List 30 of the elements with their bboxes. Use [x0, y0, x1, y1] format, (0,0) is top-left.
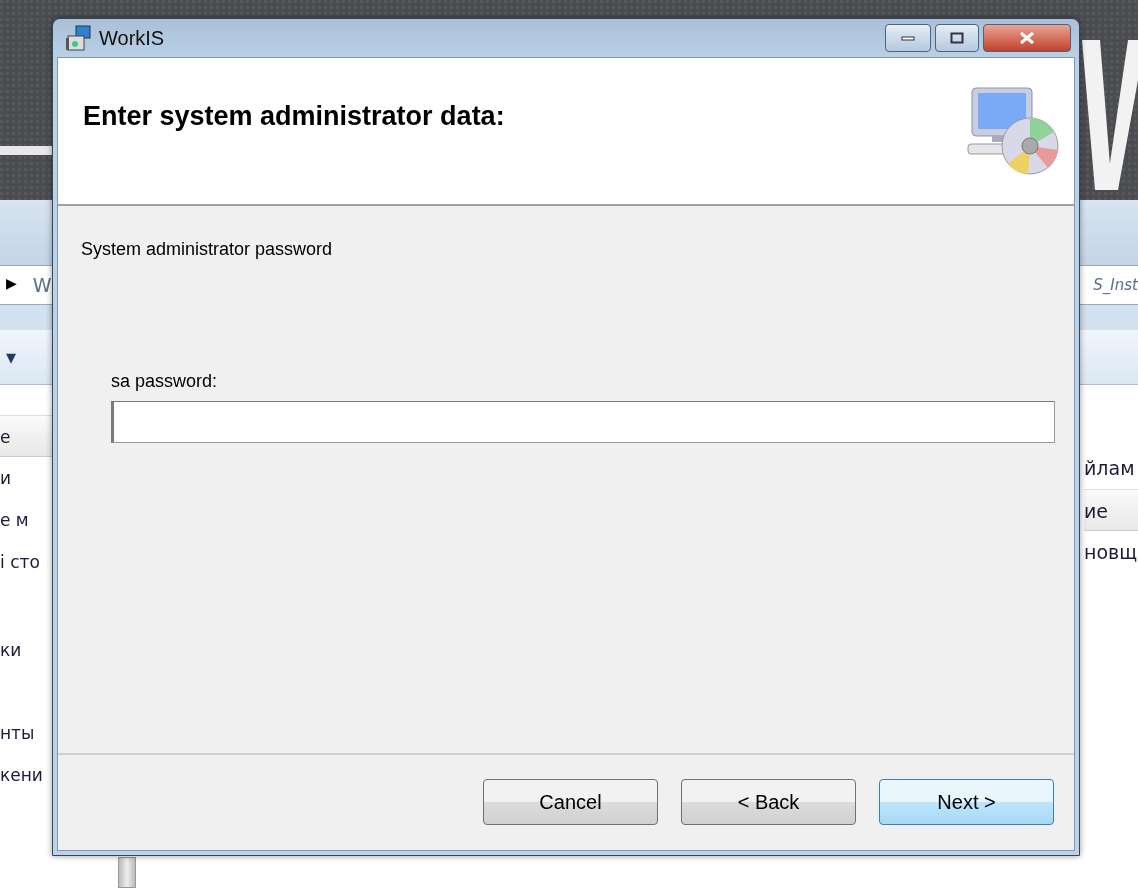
next-button[interactable]: Next > [879, 779, 1054, 825]
breadcrumb-item[interactable]: W [32, 270, 52, 300]
close-icon [1019, 31, 1035, 45]
column-header[interactable]: ие [1084, 489, 1138, 531]
list-item[interactable]: и [0, 457, 52, 499]
list-item[interactable]: кени [0, 754, 52, 796]
caret-icon[interactable]: ▾ [6, 342, 16, 372]
installer-icon [65, 24, 93, 52]
window-title: WorkIS [99, 26, 165, 51]
list-item[interactable]: йлам [1084, 447, 1138, 489]
cancel-button[interactable]: Cancel [483, 779, 658, 825]
minimize-icon [901, 35, 915, 41]
address-path: S_Inst [1093, 274, 1138, 296]
close-button[interactable] [983, 24, 1071, 52]
list-item[interactable]: е м [0, 499, 52, 541]
list-item[interactable]: нты [0, 712, 52, 754]
column-header[interactable]: е [0, 415, 52, 457]
page-heading: Enter system administrator data: [83, 100, 505, 133]
section-label: System administrator password [81, 238, 334, 261]
list-item[interactable]: і сто [0, 541, 52, 583]
scrollbar-drawing [118, 857, 136, 888]
password-field[interactable] [111, 401, 1055, 443]
maximize-icon [950, 32, 964, 44]
breadcrumb-arrow[interactable]: ▶ [6, 270, 17, 300]
list-item[interactable]: ки [0, 629, 52, 671]
maximize-button[interactable] [935, 24, 979, 52]
minimize-button[interactable] [885, 24, 931, 52]
list-item[interactable]: новщ [1084, 531, 1138, 573]
field-label: sa password: [111, 370, 219, 393]
back-button[interactable]: < Back [681, 779, 856, 825]
